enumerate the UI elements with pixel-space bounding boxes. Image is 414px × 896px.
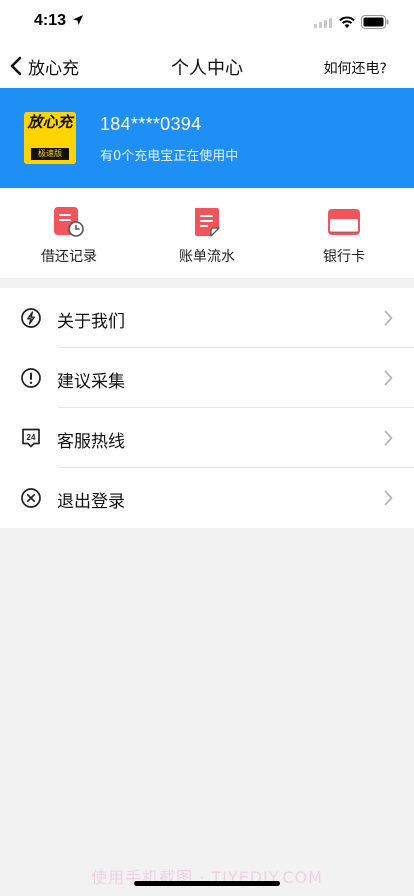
- menu-item-about[interactable]: 关于我们: [0, 288, 414, 348]
- bill-label: 账单流水: [179, 249, 235, 265]
- borrow-record-button[interactable]: 借还记录: [14, 206, 124, 266]
- status-bar: 4:13: [0, 0, 414, 44]
- menu-label: 退出登录: [57, 492, 125, 512]
- logo-sub-text: 极速版: [31, 148, 69, 160]
- nav-bar: 放心充 个人中心 如何还电?: [0, 44, 414, 88]
- suggestion-icon: [21, 368, 41, 388]
- hotline-24-icon: 24: [22, 428, 40, 448]
- chevron-right-icon: [384, 370, 393, 386]
- how-to-return-link[interactable]: 如何还电?: [324, 58, 387, 78]
- status-time: 4:13: [34, 12, 67, 29]
- about-icon: [21, 308, 41, 328]
- menu-item-hotline[interactable]: 24 客服热线: [0, 408, 414, 468]
- menu-label: 关于我们: [57, 312, 125, 332]
- chevron-right-icon: [384, 430, 393, 446]
- home-indicator: [134, 881, 280, 886]
- svg-text:24: 24: [27, 433, 36, 442]
- user-phone: 184****0394: [100, 114, 202, 134]
- quick-actions: 借还记录 账单流水 银行卡: [0, 188, 414, 278]
- logo-text: 放心充: [27, 113, 73, 131]
- settings-menu: 关于我们 建议采集 24 客服热线 退出登录: [0, 288, 414, 528]
- logout-icon: [21, 488, 41, 508]
- bill-icon: [195, 208, 220, 237]
- chevron-right-icon: [384, 310, 393, 326]
- menu-item-logout[interactable]: 退出登录: [0, 468, 414, 528]
- borrow-record-icon: [54, 207, 84, 237]
- bank-card-button[interactable]: 银行卡: [289, 206, 399, 266]
- bank-card-icon: [328, 209, 360, 235]
- location-arrow-icon: [73, 15, 83, 25]
- app-logo: 放心充 极速版: [24, 112, 76, 164]
- bank-card-label: 银行卡: [323, 249, 365, 265]
- menu-label: 客服热线: [57, 432, 125, 452]
- usage-status: 有0个充电宝正在使用中: [100, 149, 239, 164]
- menu-item-suggestion[interactable]: 建议采集: [0, 348, 414, 408]
- borrow-record-label: 借还记录: [41, 249, 97, 265]
- profile-banner: 放心充 极速版 184****0394 有0个充电宝正在使用中: [0, 88, 414, 188]
- menu-label: 建议采集: [57, 372, 125, 392]
- chevron-right-icon: [384, 490, 393, 506]
- bill-button[interactable]: 账单流水: [152, 206, 262, 266]
- signal-icon: [314, 18, 332, 28]
- battery-icon: [361, 15, 389, 29]
- wifi-icon: [339, 16, 355, 28]
